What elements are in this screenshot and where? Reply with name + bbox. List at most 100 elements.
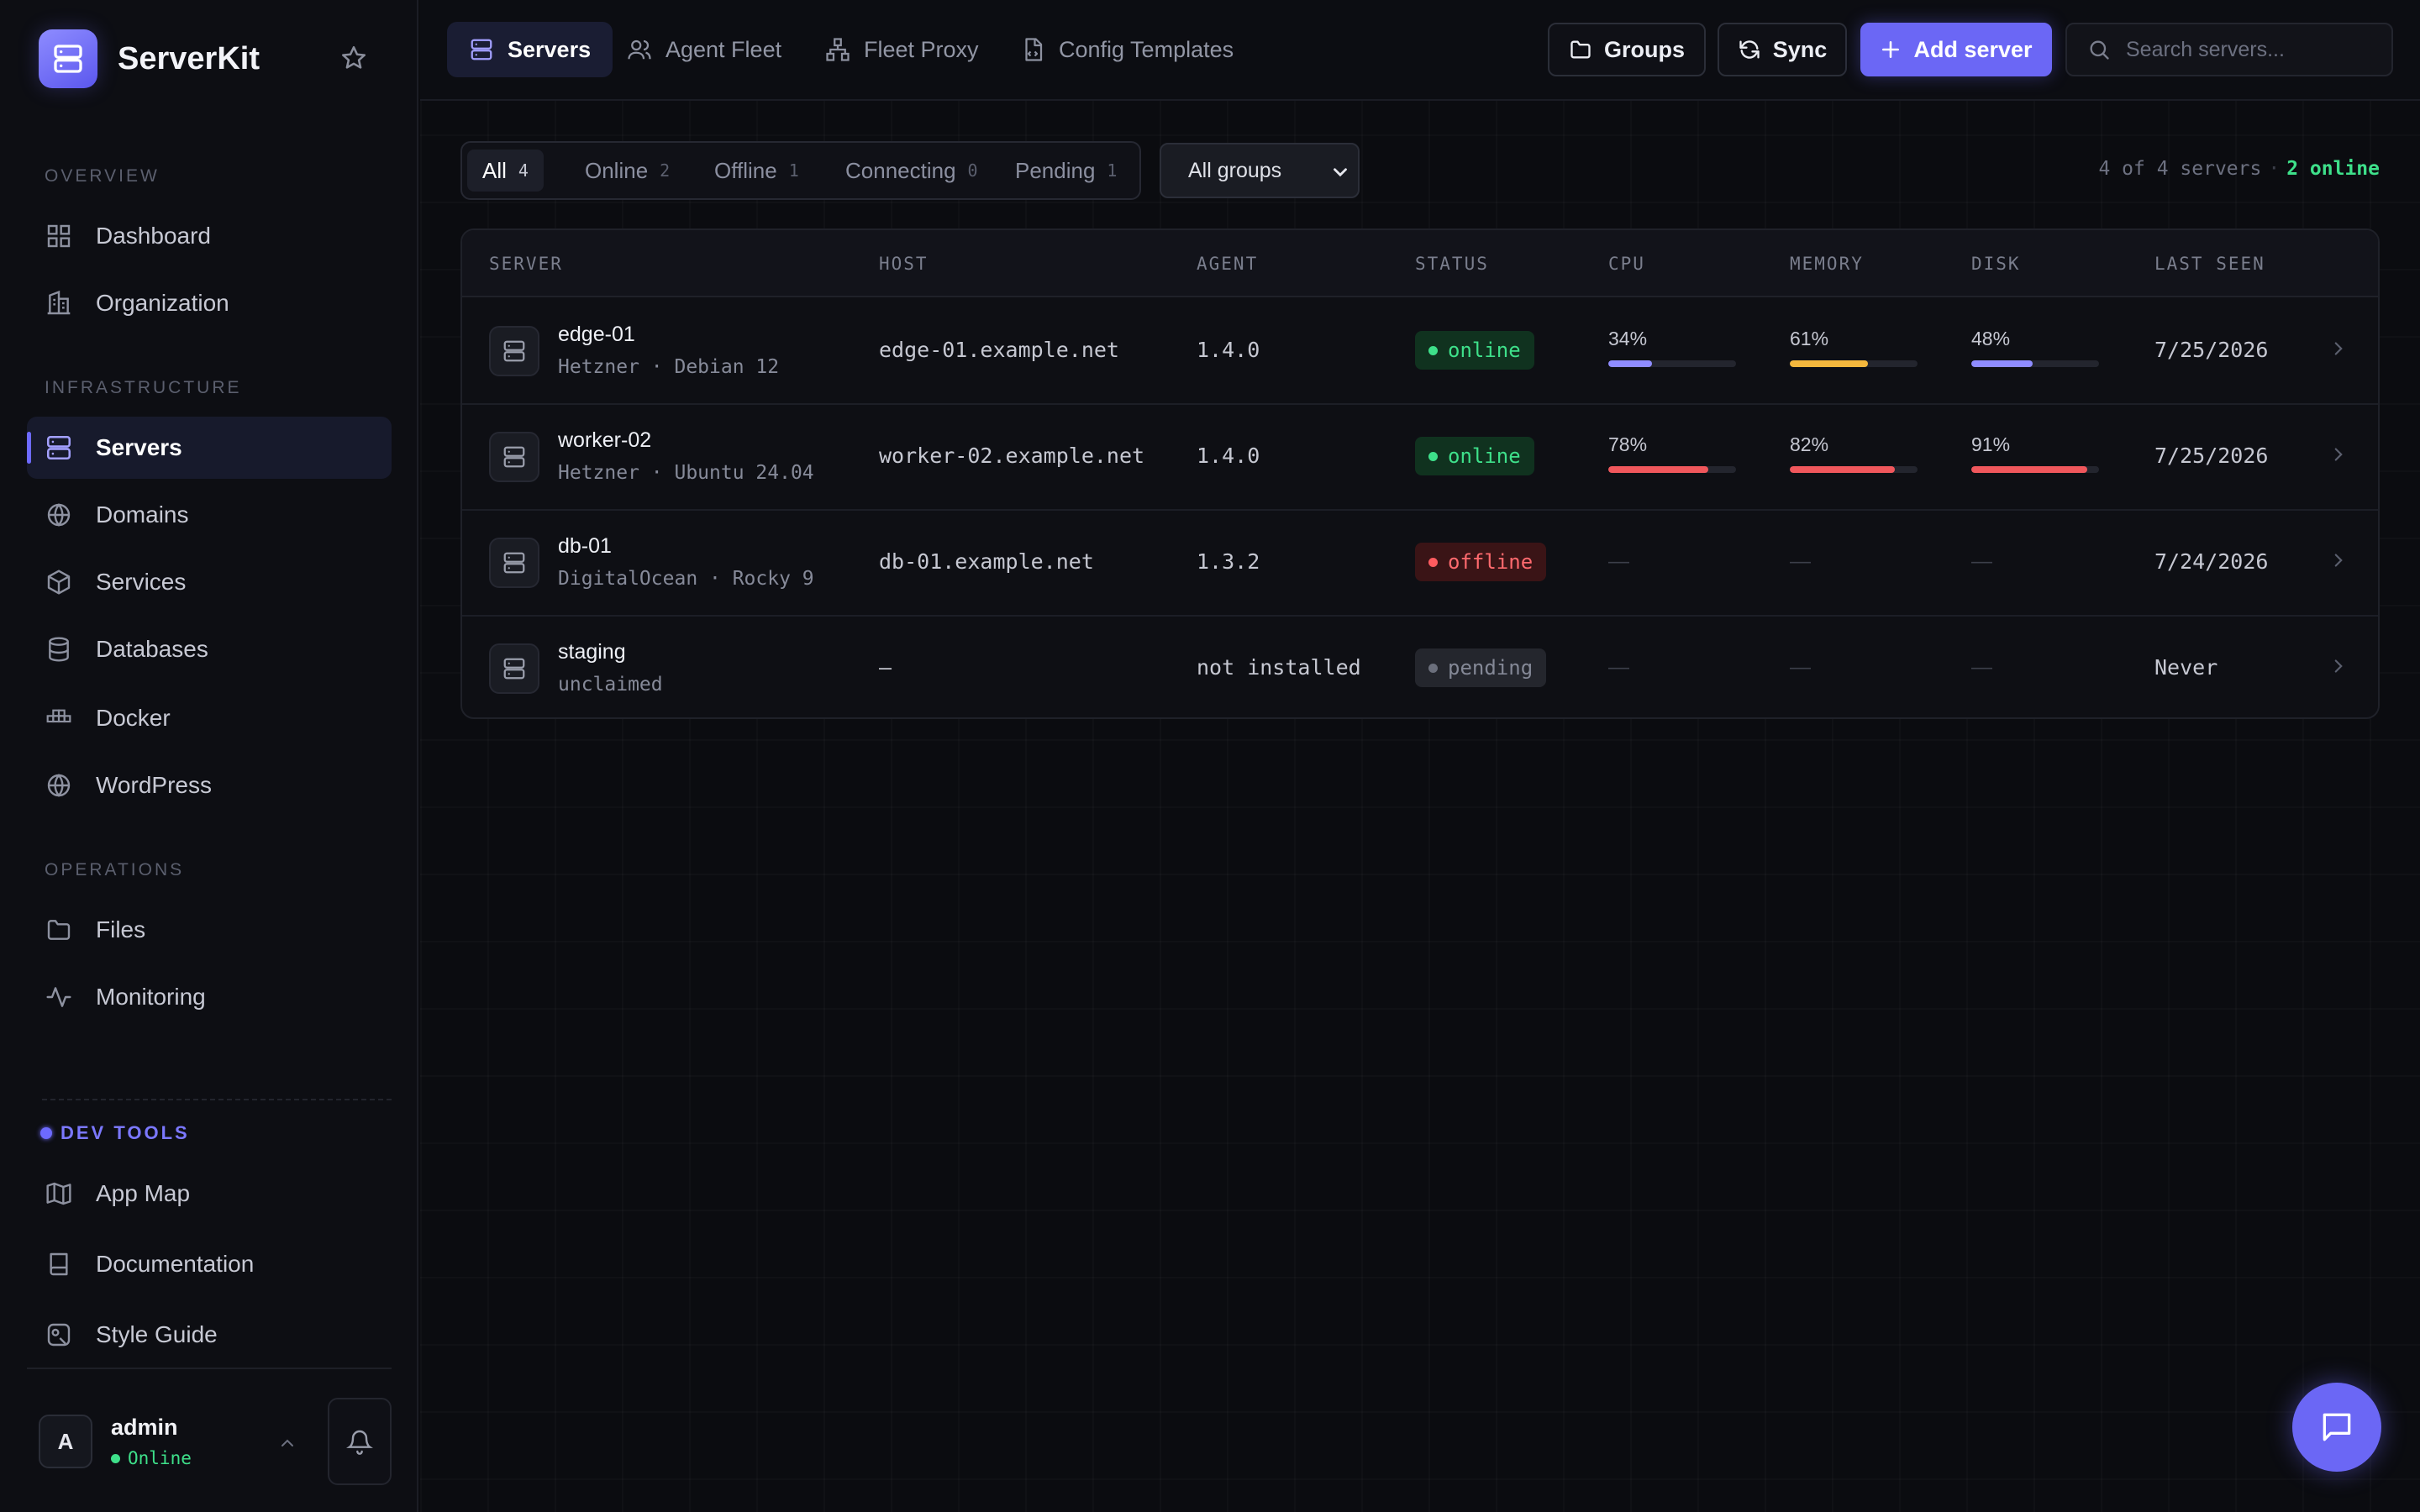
sidebar-item-dashboard[interactable]: Dashboard	[27, 205, 392, 267]
status-badge: online	[1415, 331, 1534, 370]
server-name[interactable]: db-01	[558, 534, 612, 559]
user-status-label: Online	[128, 1448, 192, 1468]
sync-button[interactable]: Sync	[1718, 23, 1847, 76]
sidebar-item-domains[interactable]: Domains	[27, 484, 392, 546]
server-name[interactable]: edge-01	[558, 323, 635, 347]
table-row[interactable]: worker-02 Hetzner · Ubuntu 24.04 worker-…	[462, 405, 2378, 511]
status-label: online	[1448, 339, 1521, 362]
chevron-down-icon	[1329, 161, 1351, 183]
table-row[interactable]: db-01 DigitalOcean · Rocky 9 db-01.examp…	[462, 511, 2378, 617]
building-icon	[44, 288, 74, 318]
server-provider: Hetzner · Debian 12	[558, 356, 780, 378]
chevron-up-icon[interactable]	[277, 1433, 297, 1453]
server-icon	[44, 433, 74, 463]
sidebar-item-label: Domains	[96, 501, 189, 528]
wordpress-icon	[44, 770, 74, 801]
folder-icon	[44, 915, 74, 945]
section-devtools: DEV TOOLS	[40, 1122, 190, 1144]
column-memory[interactable]: MEMORY	[1790, 254, 1864, 274]
chevron-right-icon[interactable]	[2328, 444, 2349, 465]
sidebar-item-services[interactable]: Services	[27, 551, 392, 613]
filter-label: Offline	[714, 157, 777, 183]
file-icon	[1020, 37, 1045, 62]
cpu-value: 34%	[1608, 328, 1648, 349]
palette-icon	[44, 1320, 74, 1350]
agent-version: 1.4.0	[1197, 338, 1260, 362]
sidebar-item-monitoring[interactable]: Monitoring	[27, 966, 392, 1028]
sidebar-item-label: Servers	[96, 434, 182, 460]
sidebar-item-label: Docker	[96, 705, 171, 731]
disk-value: —	[1971, 655, 1992, 679]
chat-button[interactable]	[2292, 1383, 2381, 1472]
section-infrastructure: INFRASTRUCTURE	[45, 378, 242, 397]
status-label: offline	[1448, 550, 1534, 574]
column-host[interactable]: HOST	[879, 254, 929, 274]
cube-icon	[44, 567, 74, 597]
chevron-right-icon[interactable]	[2328, 549, 2349, 571]
tab-label: Config Templates	[1059, 36, 1234, 62]
sidebar-item-label: Organization	[96, 290, 229, 316]
servers-table: SERVER HOST AGENT STATUS CPU MEMORY DISK…	[460, 228, 2380, 719]
filter-offline[interactable]: Offline 1	[699, 150, 814, 192]
tab-config-templates[interactable]: Config Templates	[998, 22, 1255, 77]
disk-bar	[1971, 360, 2033, 367]
server-name[interactable]: worker-02	[558, 428, 651, 453]
network-icon	[825, 37, 850, 62]
server-name[interactable]: staging	[558, 640, 626, 664]
column-cpu[interactable]: CPU	[1608, 254, 1645, 274]
tab-label: Fleet Proxy	[864, 36, 979, 62]
column-last-seen[interactable]: LAST SEEN	[2154, 254, 2265, 274]
group-select[interactable]: All groups	[1160, 143, 1360, 198]
cpu-meter: 34%	[1608, 328, 1738, 367]
search-input[interactable]: Search servers...	[2065, 23, 2393, 76]
disk-track	[1971, 466, 2099, 473]
server-provider: unclaimed	[558, 674, 663, 696]
sidebar-item-appmap[interactable]: App Map	[27, 1163, 392, 1225]
user-name[interactable]: admin	[111, 1415, 178, 1441]
disk-bar	[1971, 466, 2088, 473]
last-seen: 7/24/2026	[2154, 549, 2269, 574]
column-server[interactable]: SERVER	[489, 254, 563, 274]
folder-icon	[1569, 38, 1592, 61]
filter-connecting[interactable]: Connecting 0	[830, 150, 993, 192]
sidebar-item-label: Dashboard	[96, 223, 211, 249]
brand[interactable]: ServerKit	[39, 29, 260, 89]
column-agent[interactable]: AGENT	[1197, 254, 1258, 274]
filter-all[interactable]: All 4	[467, 150, 544, 192]
last-seen: Never	[2154, 655, 2218, 680]
server-icon	[489, 538, 539, 588]
sidebar-item-organization[interactable]: Organization	[27, 272, 392, 334]
sidebar: ServerKit OVERVIEW Dashboard Organizatio…	[0, 0, 418, 1512]
groups-button[interactable]: Groups	[1548, 23, 1706, 76]
summary-separator: ·	[2268, 158, 2281, 180]
sidebar-item-documentation[interactable]: Documentation	[27, 1233, 392, 1295]
tab-servers[interactable]: Servers	[447, 22, 613, 77]
column-disk[interactable]: DISK	[1971, 254, 2021, 274]
filter-online[interactable]: Online 2	[570, 150, 685, 192]
memory-meter: 61%	[1790, 328, 1919, 367]
sidebar-item-databases[interactable]: Databases	[27, 618, 392, 680]
notifications-button[interactable]	[328, 1398, 392, 1485]
sidebar-item-servers[interactable]: Servers	[27, 417, 392, 479]
sidebar-item-label: Style Guide	[96, 1321, 218, 1347]
cpu-value: —	[1608, 549, 1629, 573]
table-row[interactable]: edge-01 Hetzner · Debian 12 edge-01.exam…	[462, 299, 2378, 405]
sidebar-item-files[interactable]: Files	[27, 899, 392, 961]
sidebar-item-wordpress[interactable]: WordPress	[27, 754, 392, 816]
column-status[interactable]: STATUS	[1415, 254, 1489, 274]
filter-pending[interactable]: Pending 1	[1000, 150, 1132, 192]
tab-agent-fleet[interactable]: Agent Fleet	[605, 22, 803, 77]
status-dot-icon	[111, 1453, 120, 1463]
chevron-right-icon[interactable]	[2328, 655, 2349, 677]
tab-fleet-proxy[interactable]: Fleet Proxy	[803, 22, 1001, 77]
table-row[interactable]: staging unclaimed — not installed pendin…	[462, 617, 2378, 717]
server-icon	[469, 37, 494, 62]
favorite-star-icon[interactable]	[339, 44, 368, 72]
add-server-button[interactable]: Add server	[1860, 23, 2052, 76]
sidebar-item-styleguide[interactable]: Style Guide	[27, 1304, 392, 1366]
server-icon	[489, 643, 539, 694]
avatar[interactable]: A	[39, 1415, 92, 1468]
memory-value: —	[1790, 655, 1811, 679]
chevron-right-icon[interactable]	[2328, 338, 2349, 360]
sidebar-item-docker[interactable]: Docker	[27, 687, 392, 749]
